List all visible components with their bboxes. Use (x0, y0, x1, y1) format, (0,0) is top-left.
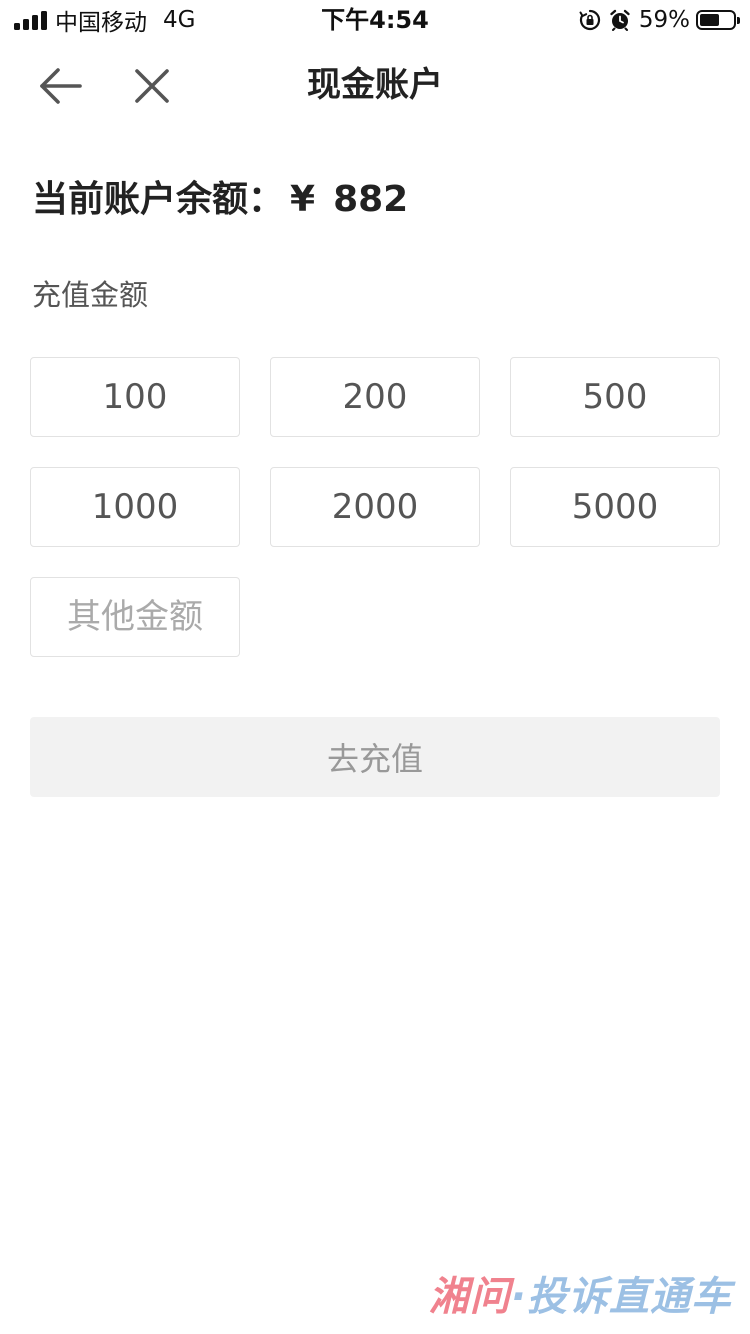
recharge-button[interactable]: 去充值 (30, 717, 720, 797)
watermark-part2: 投诉直通车 (527, 1274, 732, 1320)
carrier-name: 中国移动 (55, 10, 147, 36)
amount-option-5000[interactable]: 5000 (510, 467, 720, 547)
account-balance: 当前账户余额： ¥882 (32, 172, 408, 228)
status-left: 中国移动 4G (14, 0, 195, 40)
amount-option-500[interactable]: 500 (510, 357, 720, 437)
watermark-logo: 湘问·投诉直通车 (429, 1264, 732, 1322)
orientation-lock-icon (579, 9, 600, 31)
amount-option-100[interactable]: 100 (30, 357, 240, 437)
arrow-left-icon[interactable] (36, 64, 84, 108)
other-amount-input[interactable] (30, 577, 240, 657)
battery-fill (700, 14, 719, 26)
battery-percent: 59% (638, 7, 690, 33)
close-icon[interactable] (130, 64, 174, 108)
amount-row: 100 200 500 (30, 357, 720, 437)
watermark-part1: 湘问 (428, 1274, 511, 1320)
nav-bar: 现金账户 (0, 40, 750, 132)
amount-row: 1000 2000 5000 (30, 467, 720, 547)
status-bar: 中国移动 4G 下午4:54 59% (0, 0, 750, 40)
status-right: 59% (579, 0, 740, 40)
balance-label: 当前账户余额： (32, 179, 285, 220)
battery-icon (696, 10, 740, 30)
balance-amount: 882 (333, 179, 409, 220)
amount-option-2000[interactable]: 2000 (270, 467, 480, 547)
alarm-icon (610, 9, 630, 31)
recharge-amount-label: 充值金额 (32, 278, 149, 312)
page-title: 现金账户 (307, 65, 443, 105)
watermark-dot: · (510, 1274, 527, 1320)
amount-options: 100 200 500 1000 2000 5000 (30, 357, 720, 687)
network-type: 4G (163, 7, 196, 33)
currency-symbol: ¥ (290, 179, 316, 220)
signal-icon (14, 10, 47, 30)
amount-row (30, 577, 720, 657)
amount-option-200[interactable]: 200 (270, 357, 480, 437)
amount-option-1000[interactable]: 1000 (30, 467, 240, 547)
